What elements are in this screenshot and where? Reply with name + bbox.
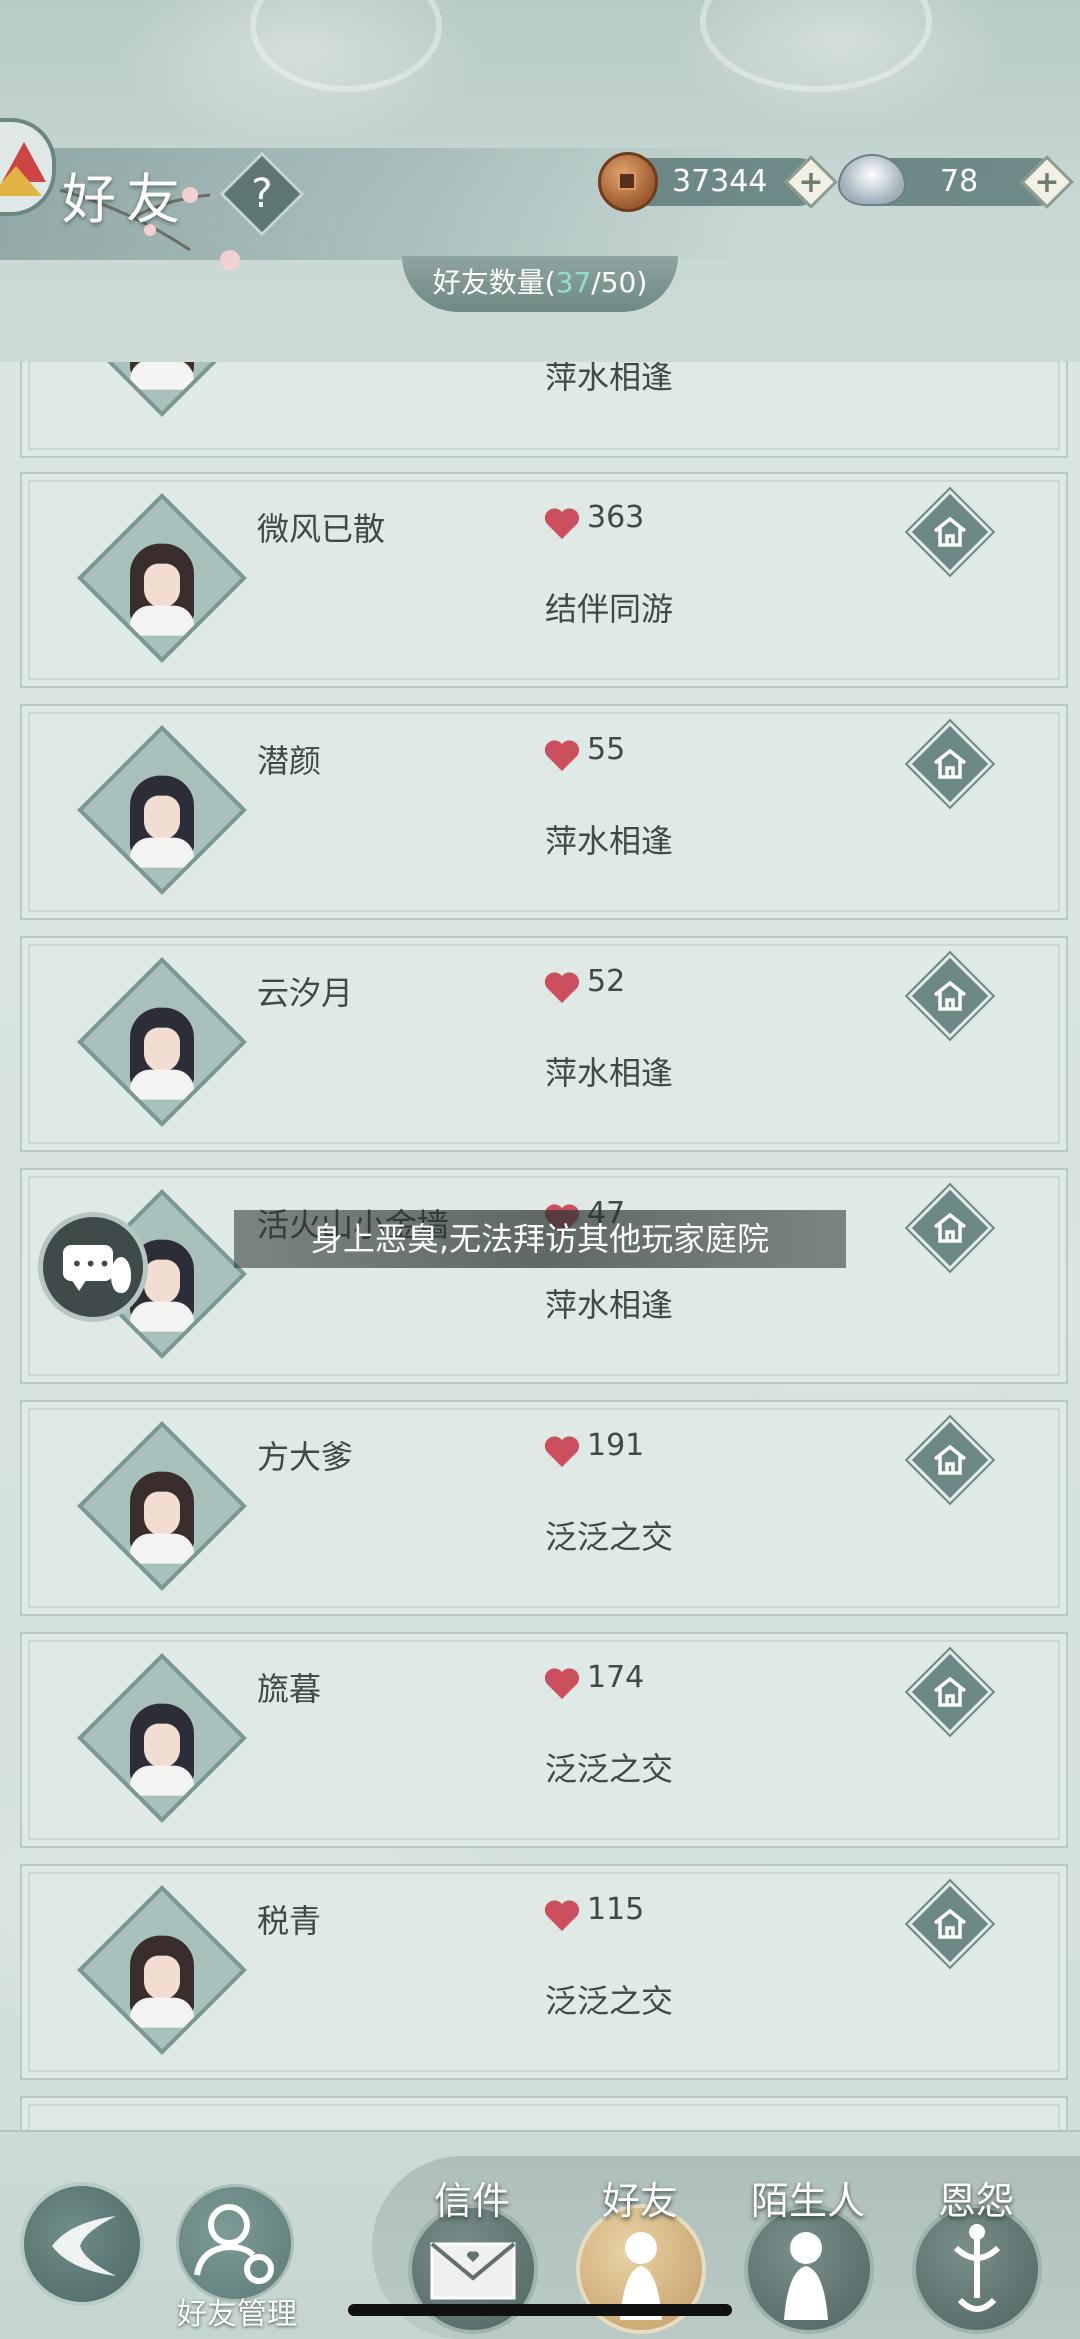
tab-grudges-label: 恩怨 <box>937 2179 1014 2223</box>
back-button[interactable] <box>20 2182 144 2306</box>
visit-home-button[interactable] <box>907 1417 993 1503</box>
heart-icon <box>544 740 580 771</box>
visit-home-button[interactable] <box>907 721 993 807</box>
house-icon <box>933 1908 967 1939</box>
tab-strangers-label: 陌生人 <box>750 2179 865 2223</box>
relation-label: 泛泛之交 <box>545 1518 674 1556</box>
relation-label: 萍水相逢 <box>545 822 674 860</box>
relation-label: 萍水相逢 <box>545 1054 674 1092</box>
relation-label: 萍水相逢 <box>545 1286 674 1324</box>
copper-coin-icon <box>598 152 658 212</box>
figure-icon <box>784 2232 828 2320</box>
friend-management-label: 好友管理 <box>177 2297 297 2332</box>
avatar <box>77 1885 247 2055</box>
list-item[interactable]: 活火山小金墙 47 萍水相逢 <box>20 1168 1068 1384</box>
affinity-value: 115 <box>587 1892 645 1927</box>
visit-home-button[interactable] <box>907 1649 993 1735</box>
back-arrow-icon <box>52 2216 116 2276</box>
relation-label: 泛泛之交 <box>545 1750 674 1788</box>
friend-name: 税青 <box>257 1902 322 1940</box>
friend-count-max: 50 <box>600 266 637 299</box>
visit-home-button[interactable] <box>907 489 993 575</box>
avatar <box>77 1421 247 1591</box>
friend-name: 方大爹 <box>257 1438 354 1476</box>
visit-home-button[interactable] <box>907 1185 993 1271</box>
tab-mail-label: 信件 <box>433 2179 510 2223</box>
affinity-value: 191 <box>587 1428 645 1463</box>
affinity-value: 174 <box>587 1660 645 1695</box>
silver-value: 78 <box>940 164 979 199</box>
friend-name: 微风已散 <box>257 510 386 548</box>
hookah-icon <box>953 2224 1001 2312</box>
copper-coin-value: 37344 <box>672 164 768 199</box>
visit-home-button[interactable] <box>907 953 993 1039</box>
avatar <box>77 493 247 663</box>
list-item[interactable]: 微风已散 363 结伴同游 <box>20 472 1068 688</box>
friend-name: 云汐月 <box>257 974 354 1012</box>
house-icon <box>933 980 967 1011</box>
heart-icon <box>544 1668 580 1699</box>
list-item[interactable]: 旒暮 174 泛泛之交 <box>20 1632 1068 1848</box>
relation-label: 泛泛之交 <box>545 1982 674 2020</box>
house-icon <box>933 748 967 779</box>
person-gear-icon <box>194 2204 274 2284</box>
affinity-value: 55 <box>587 732 626 767</box>
visit-home-button[interactable] <box>907 1881 993 1967</box>
tab-friends-label: 好友 <box>601 2179 678 2223</box>
avatar <box>77 957 247 1127</box>
friend-name: 潜颜 <box>257 742 322 780</box>
heart-icon <box>544 972 580 1003</box>
house-icon <box>933 1676 967 1707</box>
list-item[interactable]: 云汐月 52 萍水相逢 <box>20 936 1068 1152</box>
home-indicator <box>348 2304 732 2316</box>
friend-count: 好友数量(37/50) <box>402 256 678 312</box>
header: 好友 ? 37344 + 78 + 好友数量(37/50) <box>0 0 1080 362</box>
heart-icon <box>544 508 580 539</box>
list-item[interactable]: 潜颜 55 萍水相逢 <box>20 704 1068 920</box>
affinity-value: 363 <box>587 500 645 535</box>
page-title: 好友 <box>62 168 190 231</box>
list-item[interactable]: 方大爹 191 泛泛之交 <box>20 1400 1068 1616</box>
heart-icon <box>544 1436 580 1467</box>
toast-message: 身上恶臭,无法拜访其他玩家庭院 <box>234 1210 846 1268</box>
house-icon <box>933 516 967 547</box>
gourd-icon <box>111 1257 131 1293</box>
avatar <box>77 725 247 895</box>
affinity-value: 52 <box>587 964 626 999</box>
chat-button[interactable]: ••• <box>38 1212 148 1322</box>
friend-count-current: 37 <box>555 266 592 299</box>
heart-icon <box>544 1900 580 1931</box>
list-item[interactable]: 税青 115 泛泛之交 <box>20 1864 1068 2080</box>
house-icon <box>933 1212 967 1243</box>
avatar <box>77 1653 247 1823</box>
friend-management-button[interactable] <box>176 2184 294 2302</box>
relation-label: 结伴同游 <box>545 590 674 628</box>
house-icon <box>933 1444 967 1475</box>
friend-name: 旒暮 <box>257 1670 322 1708</box>
